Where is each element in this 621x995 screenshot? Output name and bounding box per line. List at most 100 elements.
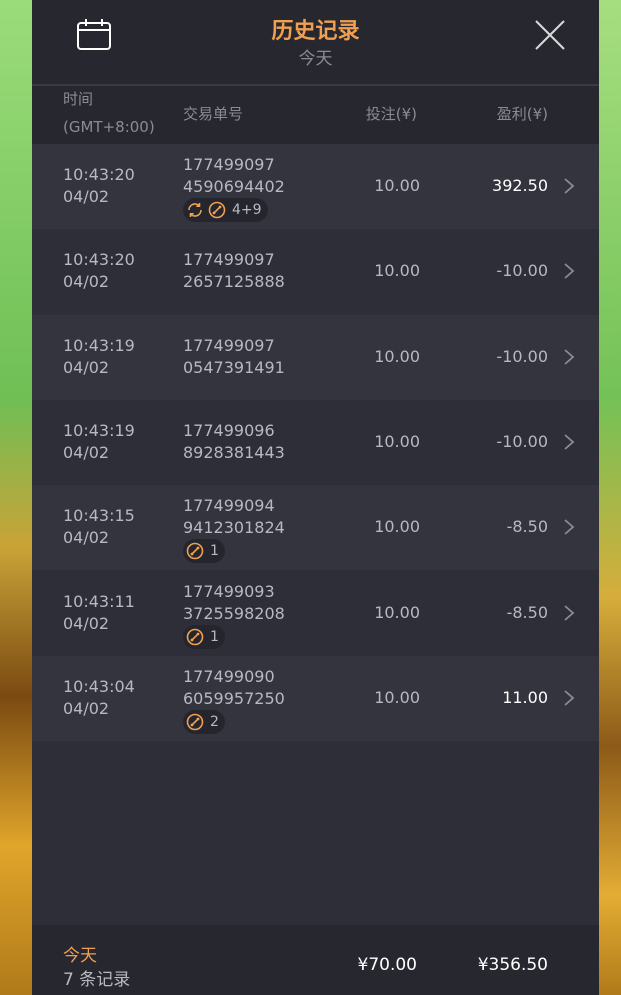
row-order-line2: 3725598208 — [183, 603, 285, 623]
row-order-id: 177499093 3725598208 — [183, 581, 285, 625]
order-column-label: 交易单号 — [183, 105, 244, 123]
footer-total-bet: ¥70.00 — [357, 955, 417, 975]
row-order-line1: 177499094 — [183, 496, 275, 516]
row-order-line2: 0547391491 — [183, 357, 285, 377]
close-icon[interactable] — [533, 18, 567, 52]
row-time: 10:43:04 04/02 — [63, 676, 135, 720]
row-order-id: 177499090 6059957250 — [183, 666, 285, 710]
row-date-value: 04/02 — [63, 528, 110, 548]
header: 历史记录 今天 — [32, 0, 599, 86]
history-row[interactable]: 10:43:20 04/02 177499097 4590694402 10.0… — [32, 144, 599, 229]
history-row[interactable]: 10:43:19 04/02 177499097 0547391491 10.0… — [32, 314, 599, 400]
row-date-value: 04/02 — [63, 442, 110, 462]
summary-footer: 今天 7 条记录 ¥70.00 ¥356.50 — [32, 925, 599, 995]
row-order-line2: 8928381443 — [183, 442, 285, 462]
refresh-icon — [186, 201, 204, 219]
chevron-right-icon[interactable] — [562, 347, 576, 367]
row-feature-count: 4+9 — [232, 202, 262, 218]
multiplier-icon — [186, 713, 204, 731]
timezone-label: (GMT+8:00) — [63, 118, 155, 136]
chevron-right-icon[interactable] — [562, 688, 576, 708]
chevron-right-icon[interactable] — [562, 261, 576, 281]
row-time-value: 10:43:19 — [63, 420, 135, 440]
row-order-id: 177499097 4590694402 — [183, 154, 285, 198]
row-time-value: 10:43:19 — [63, 335, 135, 355]
row-bet: 10.00 — [374, 431, 420, 451]
row-date-value: 04/02 — [63, 613, 110, 633]
footer-period: 今天 — [63, 946, 97, 966]
history-row[interactable]: 10:43:20 04/02 177499097 2657125888 10.0… — [32, 229, 599, 315]
row-order-line1: 177499090 — [183, 666, 275, 686]
background-left — [0, 0, 32, 995]
chevron-right-icon[interactable] — [562, 517, 576, 537]
row-feature-tags: 1 — [183, 539, 225, 564]
time-column-label: 时间 — [63, 90, 94, 108]
row-time-value: 10:43:04 — [63, 676, 135, 696]
row-time: 10:43:20 04/02 — [63, 249, 135, 293]
row-order-id: 177499096 8928381443 — [183, 420, 285, 464]
column-header: 时间 (GMT+8:00) 交易单号 投注(¥) 盈利(¥) — [32, 86, 599, 144]
row-order-line1: 177499097 — [183, 250, 275, 270]
row-bet: 10.00 — [374, 687, 420, 707]
row-order-line2: 2657125888 — [183, 272, 285, 292]
row-order-line2: 9412301824 — [183, 518, 285, 538]
row-feature-count: 1 — [210, 628, 219, 645]
history-row[interactable]: 10:43:19 04/02 177499096 8928381443 10.0… — [32, 399, 599, 485]
row-feature-count: 1 — [210, 543, 219, 560]
row-time: 10:43:15 04/02 — [63, 505, 135, 549]
row-order-id: 177499094 9412301824 — [183, 495, 285, 539]
pnl-column-label: 盈利(¥) — [496, 105, 548, 123]
footer-record-count: 7 条记录 — [63, 970, 131, 990]
row-time-value: 10:43:20 — [63, 165, 135, 184]
row-pnl: 392.50 — [492, 176, 548, 195]
row-time-value: 10:43:11 — [63, 591, 135, 611]
row-date-value: 04/02 — [63, 187, 110, 206]
row-pnl: 11.00 — [502, 687, 548, 707]
row-pnl: -10.00 — [496, 346, 548, 366]
row-feature-count: 2 — [210, 713, 219, 730]
chevron-right-icon[interactable] — [562, 432, 576, 452]
history-row[interactable]: 10:43:11 04/02 177499093 3725598208 10.0… — [32, 570, 599, 656]
row-time: 10:43:20 04/02 — [63, 164, 135, 208]
row-time: 10:43:19 04/02 — [63, 420, 135, 464]
chevron-right-icon[interactable] — [562, 603, 576, 623]
history-row[interactable]: 10:43:15 04/02 177499094 9412301824 10.0… — [32, 485, 599, 571]
chevron-right-icon[interactable] — [562, 176, 576, 196]
page-title: 历史记录 — [271, 19, 360, 44]
row-order-line1: 177499096 — [183, 420, 275, 440]
background-right — [599, 0, 621, 995]
history-row[interactable]: 10:43:04 04/02 177499090 6059957250 10.0… — [32, 655, 599, 741]
row-date-value: 04/02 — [63, 272, 110, 292]
row-time: 10:43:11 04/02 — [63, 591, 135, 635]
row-order-line2: 4590694402 — [183, 177, 285, 196]
row-time-value: 10:43:15 — [63, 506, 135, 526]
row-feature-tags: 1 — [183, 624, 225, 649]
row-bet: 10.00 — [374, 346, 420, 366]
row-feature-tags: 2 — [183, 709, 225, 734]
row-order-id: 177499097 2657125888 — [183, 249, 285, 293]
row-date-value: 04/02 — [63, 698, 110, 718]
row-time: 10:43:19 04/02 — [63, 335, 135, 379]
row-pnl: -8.50 — [506, 602, 548, 622]
history-panel: 历史记录 今天 时间 (GMT+8:00) 交易单号 投注(¥) 盈利(¥) 1… — [32, 0, 599, 995]
row-pnl: -10.00 — [496, 431, 548, 451]
row-date-value: 04/02 — [63, 357, 110, 377]
row-bet: 10.00 — [374, 261, 420, 281]
page-subtitle: 今天 — [298, 49, 333, 69]
row-bet: 10.00 — [374, 176, 420, 195]
row-order-line1: 177499093 — [183, 581, 275, 601]
multiplier-icon — [208, 201, 226, 219]
row-bet: 10.00 — [374, 517, 420, 537]
row-order-line1: 177499097 — [183, 335, 275, 355]
multiplier-icon — [186, 628, 204, 646]
bet-column-label: 投注(¥) — [365, 105, 417, 123]
row-time-value: 10:43:20 — [63, 250, 135, 270]
row-pnl: -8.50 — [506, 517, 548, 537]
footer-total-pnl: ¥356.50 — [477, 955, 548, 975]
row-pnl: -10.00 — [496, 261, 548, 281]
row-order-id: 177499097 0547391491 — [183, 335, 285, 379]
row-feature-tags: 4+9 — [183, 198, 268, 222]
row-bet: 10.00 — [374, 602, 420, 622]
row-order-line1: 177499097 — [183, 155, 275, 174]
multiplier-icon — [186, 542, 204, 560]
